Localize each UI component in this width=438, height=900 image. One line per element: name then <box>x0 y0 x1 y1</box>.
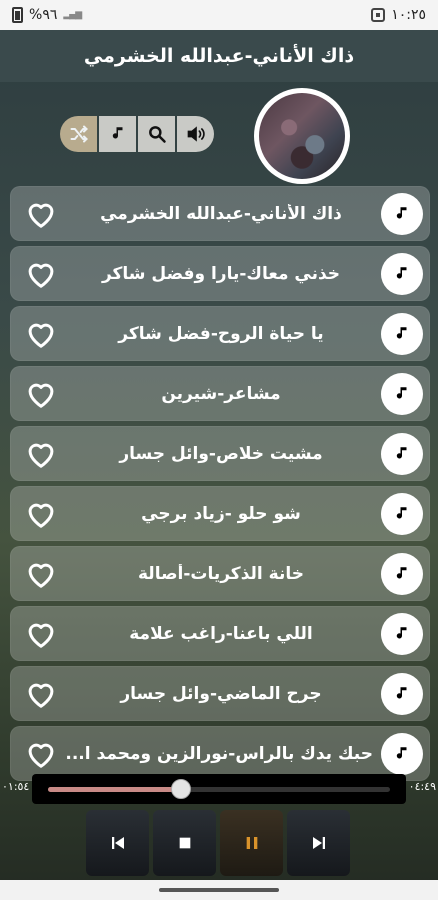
current-time: ٠٤:٤٩ <box>408 780 436 793</box>
album-image <box>259 93 345 179</box>
player-controls <box>86 810 350 876</box>
shuffle-icon <box>70 125 88 143</box>
total-time: ٠١:٥٤ <box>2 780 30 793</box>
music-note-icon <box>396 626 407 639</box>
toolbar <box>60 116 214 152</box>
favorite-button[interactable] <box>21 494 61 534</box>
skip-previous-icon <box>111 837 124 849</box>
favorite-button[interactable] <box>21 314 61 354</box>
skip-next-icon <box>312 837 325 849</box>
music-note-icon <box>112 127 122 139</box>
heart-icon <box>28 743 54 768</box>
battery-icon <box>12 7 23 23</box>
heart-icon <box>28 623 54 648</box>
play-song-button[interactable] <box>381 312 423 355</box>
seek-bar-fill <box>48 787 182 792</box>
favorite-button[interactable] <box>21 434 61 474</box>
clock: ١٠:٢٥ <box>391 7 426 23</box>
music-note-icon <box>396 326 407 339</box>
music-note-icon <box>396 206 407 219</box>
home-indicator[interactable] <box>159 888 279 892</box>
system-nav-bar <box>0 880 438 900</box>
volume-button[interactable] <box>177 116 214 152</box>
album-art <box>254 88 350 184</box>
song-item-10[interactable]: حبك يدك بالراس-نورالزين ومحمد ا... <box>10 726 430 781</box>
music-note-icon <box>396 386 407 399</box>
play-song-button[interactable] <box>381 432 423 475</box>
status-left: %٩٦ ▂▄▆ <box>12 7 82 23</box>
play-song-button[interactable] <box>381 552 423 595</box>
next-button[interactable] <box>287 810 350 876</box>
progress-panel <box>32 774 406 804</box>
title-bar: ذاك الأناني-عبدالله الخشرمي <box>0 30 438 82</box>
favorite-button[interactable] <box>21 194 61 234</box>
heart-icon <box>28 263 54 288</box>
seek-thumb[interactable] <box>171 779 192 799</box>
song-item-4[interactable]: مشاعر-شيرين <box>10 366 430 421</box>
song-item-7[interactable]: خانة الذكريات-أصالة <box>10 546 430 601</box>
music-note-icon <box>396 506 407 519</box>
song-title: ذاك الأناني-عبدالله الخشرمي <box>100 203 342 224</box>
battery-level: %٩٦ <box>29 7 58 23</box>
search-button[interactable] <box>138 116 175 152</box>
song-title: اللي باعنا-راغب علامة <box>129 623 313 644</box>
song-title: خانة الذكريات-أصالة <box>138 563 304 584</box>
seek-bar[interactable] <box>48 779 390 799</box>
signal-icon: ▂▄▆ <box>63 10 82 20</box>
heart-icon <box>28 683 54 708</box>
music-library-button[interactable] <box>99 116 136 152</box>
page-title: ذاك الأناني-عبدالله الخشرمي <box>83 45 355 67</box>
stop-icon <box>179 837 190 849</box>
song-item-5[interactable]: مشيت خلاص-وائل جسار <box>10 426 430 481</box>
song-title: حبك يدك بالراس-نورالزين ومحمد ا... <box>65 743 373 764</box>
play-song-button[interactable] <box>381 252 423 295</box>
song-item-2[interactable]: خذني معاك-يارا وفضل شاكر <box>10 246 430 301</box>
heart-icon <box>28 383 54 408</box>
play-song-button[interactable] <box>381 732 423 775</box>
song-item-9[interactable]: جرح الماضي-وائل جسار <box>10 666 430 721</box>
song-title: مشيت خلاص-وائل جسار <box>119 443 323 464</box>
song-item-1[interactable]: ذاك الأناني-عبدالله الخشرمي <box>10 186 430 241</box>
previous-button[interactable] <box>86 810 149 876</box>
favorite-button[interactable] <box>21 734 61 774</box>
song-title: مشاعر-شيرين <box>161 383 281 404</box>
search-icon <box>148 126 166 143</box>
play-song-button[interactable] <box>381 612 423 655</box>
favorite-button[interactable] <box>21 674 61 714</box>
play-song-button[interactable] <box>381 492 423 535</box>
favorite-button[interactable] <box>21 554 61 594</box>
song-item-3[interactable]: يا حياة الروح-فضل شاكر <box>10 306 430 361</box>
favorite-button[interactable] <box>21 374 61 414</box>
screen-cast-icon <box>371 8 386 22</box>
song-item-6[interactable]: شو حلو -زياد برجي <box>10 486 430 541</box>
music-note-icon <box>396 686 407 699</box>
music-note-icon <box>396 266 407 279</box>
favorite-button[interactable] <box>21 614 61 654</box>
volume-icon <box>187 126 205 142</box>
pause-button[interactable] <box>220 810 283 876</box>
heart-icon <box>28 443 54 468</box>
play-song-button[interactable] <box>381 672 423 715</box>
status-bar: %٩٦ ▂▄▆ ١٠:٢٥ <box>0 0 438 30</box>
shuffle-button[interactable] <box>60 116 97 152</box>
stop-button[interactable] <box>153 810 216 876</box>
song-list: ذاك الأناني-عبدالله الخشرمي خذني معاك-يا… <box>10 186 430 786</box>
song-title: شو حلو -زياد برجي <box>141 503 301 524</box>
play-song-button[interactable] <box>381 192 423 235</box>
music-note-icon <box>396 446 407 459</box>
pause-icon <box>246 837 257 849</box>
song-title: خذني معاك-يارا وفضل شاكر <box>101 263 341 284</box>
music-note-icon <box>396 566 407 579</box>
heart-icon <box>28 563 54 588</box>
heart-icon <box>28 323 54 348</box>
status-right: ١٠:٢٥ <box>371 7 426 23</box>
song-title: يا حياة الروح-فضل شاكر <box>118 323 324 344</box>
song-item-8[interactable]: اللي باعنا-راغب علامة <box>10 606 430 661</box>
heart-icon <box>28 503 54 528</box>
music-note-icon <box>396 746 407 759</box>
heart-icon <box>28 203 54 228</box>
song-title: جرح الماضي-وائل جسار <box>120 683 322 704</box>
favorite-button[interactable] <box>21 254 61 294</box>
play-song-button[interactable] <box>381 372 423 415</box>
